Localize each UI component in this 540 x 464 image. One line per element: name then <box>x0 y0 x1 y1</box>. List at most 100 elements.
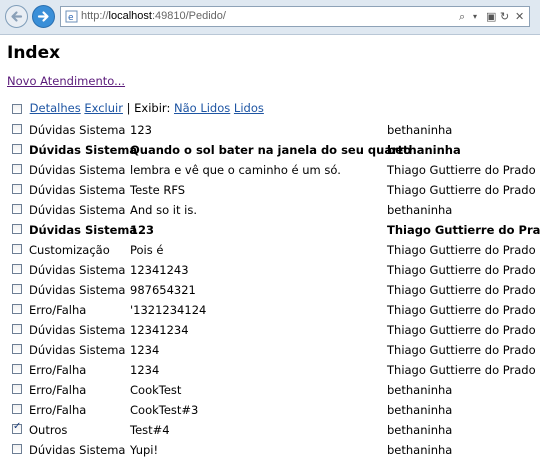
refresh-icon[interactable]: ↻ <box>500 10 509 23</box>
list-item: Dúvidas Sistema 987654321 Thiago Guttierre… <box>7 280 540 300</box>
page-favicon-icon: e <box>65 10 78 23</box>
row-checkbox[interactable] <box>12 124 22 134</box>
request-user: Thiago Guttierre do Prado <box>387 283 536 297</box>
request-type: Dúvidas Sistema <box>29 143 138 157</box>
request-description: Yupi! <box>130 443 159 457</box>
request-description: Pois é <box>130 243 164 257</box>
request-type: Dúvidas Sistema <box>29 223 138 237</box>
row-checkbox[interactable] <box>12 364 22 374</box>
request-description: 123 <box>130 123 152 137</box>
dropdown-icon[interactable]: ▾ <box>473 12 477 21</box>
request-description: Test#4 <box>130 423 170 437</box>
url-host: localhost <box>108 10 152 22</box>
compat-view-icon[interactable]: ▣ <box>486 10 496 23</box>
list-item: Dúvidas Sistema 123 Thiago Guttierre do Pr… <box>7 220 540 240</box>
request-description: 1234 <box>130 343 160 357</box>
row-checkbox[interactable] <box>12 244 22 254</box>
request-description: 987654321 <box>130 283 196 297</box>
request-user: Thiago Guttierre do Prado <box>387 343 536 357</box>
request-type: Erro/Falha <box>29 403 87 417</box>
request-description: And so it is. <box>130 203 197 217</box>
svg-text:e: e <box>68 13 74 23</box>
row-checkbox[interactable] <box>12 344 22 354</box>
request-description: Quando o sol bater na janela do seu quar… <box>130 143 412 157</box>
select-all-checkbox[interactable] <box>12 103 22 114</box>
request-user: bethaninha <box>387 123 453 137</box>
filter-label: | Exibir: <box>126 101 171 115</box>
details-link[interactable]: Detalhes <box>30 101 81 115</box>
request-description: 123 <box>130 223 155 237</box>
request-list: Dúvidas Sistema 123 bethaninha Dúvidas Sist… <box>7 120 540 460</box>
request-type: Dúvidas Sistema <box>29 443 126 457</box>
list-item: Erro/Falha 1234 Thiago Guttierre do Prado <box>7 360 540 380</box>
request-user: Thiago Guttierre do Prado <box>387 243 536 257</box>
list-item: Erro/Falha CookTest bethaninha <box>7 380 540 400</box>
request-description: 12341243 <box>130 263 189 277</box>
stop-icon[interactable]: ✕ <box>515 10 524 23</box>
list-item: Dúvidas Sistema Quando o sol bater na jan… <box>7 140 540 160</box>
list-item: Dúvidas Sistema 12341243 Thiago Guttierre … <box>7 260 540 280</box>
request-type: Dúvidas Sistema <box>29 203 126 217</box>
list-item: Erro/Falha '1321234124 Thiago Guttierre do… <box>7 300 540 320</box>
list-item: Dúvidas Sistema And so it is. bethaninha <box>7 200 540 220</box>
request-user: Thiago Guttierre do Prado <box>387 163 536 177</box>
search-icon[interactable]: ⌕ <box>459 10 465 24</box>
request-user: bethaninha <box>387 143 461 157</box>
unread-filter-link[interactable]: Não Lidos <box>174 101 230 115</box>
row-checkbox[interactable] <box>12 144 22 154</box>
address-url: http://localhost:49810/Pedido/ <box>81 10 226 22</box>
list-item: Dúvidas Sistema Teste RFS Thiago Guttierre… <box>7 180 540 200</box>
row-checkbox[interactable] <box>12 304 22 314</box>
url-prefix: http:// <box>81 10 109 22</box>
request-user: Thiago Guttierre do Prado <box>387 223 540 237</box>
request-type: Erro/Falha <box>29 363 87 377</box>
url-rest: :49810/Pedido/ <box>151 10 226 22</box>
request-description: 12341234 <box>130 323 189 337</box>
row-checkbox[interactable] <box>12 444 22 454</box>
request-type: Erro/Falha <box>29 303 87 317</box>
request-type: Dúvidas Sistema <box>29 263 126 277</box>
row-checkbox[interactable] <box>12 421 22 434</box>
row-checkbox[interactable] <box>12 324 22 334</box>
request-description: 1234 <box>130 363 160 377</box>
request-type: Dúvidas Sistema <box>29 123 126 137</box>
forward-button[interactable] <box>32 5 55 28</box>
page-title: Index <box>7 43 61 63</box>
row-checkbox[interactable] <box>12 284 22 294</box>
request-type: Dúvidas Sistema <box>29 283 126 297</box>
row-checkbox[interactable] <box>12 264 22 274</box>
row-checkbox[interactable] <box>12 224 22 234</box>
row-checkbox[interactable] <box>12 184 22 194</box>
request-user: Thiago Guttierre do Prado <box>387 183 536 197</box>
request-user: bethaninha <box>387 383 453 397</box>
list-item: Dúvidas Sistema lembra e vê que o caminho… <box>7 160 540 180</box>
row-checkbox[interactable] <box>12 164 22 174</box>
list-item: Dúvidas Sistema Yupi! bethaninha <box>7 440 540 460</box>
request-user: bethaninha <box>387 403 453 417</box>
request-description: CookTest#3 <box>130 403 199 417</box>
delete-link[interactable]: Excluir <box>84 101 123 115</box>
request-type: Customização <box>29 243 110 257</box>
request-type: Erro/Falha <box>29 383 87 397</box>
list-item: Customização Pois é Thiago Guttierre do Pr… <box>7 240 540 260</box>
row-checkbox[interactable] <box>12 404 22 414</box>
arrow-left-icon <box>11 11 23 22</box>
address-bar[interactable]: e http://localhost:49810/Pedido/ ⌕ ▾ ▣ ↻… <box>60 6 530 27</box>
request-user: bethaninha <box>387 443 453 457</box>
new-request-link[interactable]: Novo Atendimento... <box>7 74 125 88</box>
row-checkbox[interactable] <box>12 204 22 214</box>
request-type: Outros <box>29 423 68 437</box>
request-type: Dúvidas Sistema <box>29 343 126 357</box>
list-item: Dúvidas Sistema 1234 Thiago Guttierre do P… <box>7 340 540 360</box>
list-item: Erro/Falha CookTest#3 bethaninha <box>7 400 540 420</box>
request-type: Dúvidas Sistema <box>29 323 126 337</box>
list-item: Outros Test#4 bethaninha <box>7 420 540 440</box>
list-item: Dúvidas Sistema 123 bethaninha <box>7 120 540 140</box>
read-filter-link[interactable]: Lidos <box>234 101 264 115</box>
request-user: Thiago Guttierre do Prado <box>387 323 536 337</box>
request-user: bethaninha <box>387 423 453 437</box>
list-toolbar: Detalhes Excluir | Exibir: Não Lidos Lid… <box>7 101 264 119</box>
row-checkbox[interactable] <box>12 384 22 394</box>
request-type: Dúvidas Sistema <box>29 163 126 177</box>
back-button[interactable] <box>5 5 28 28</box>
